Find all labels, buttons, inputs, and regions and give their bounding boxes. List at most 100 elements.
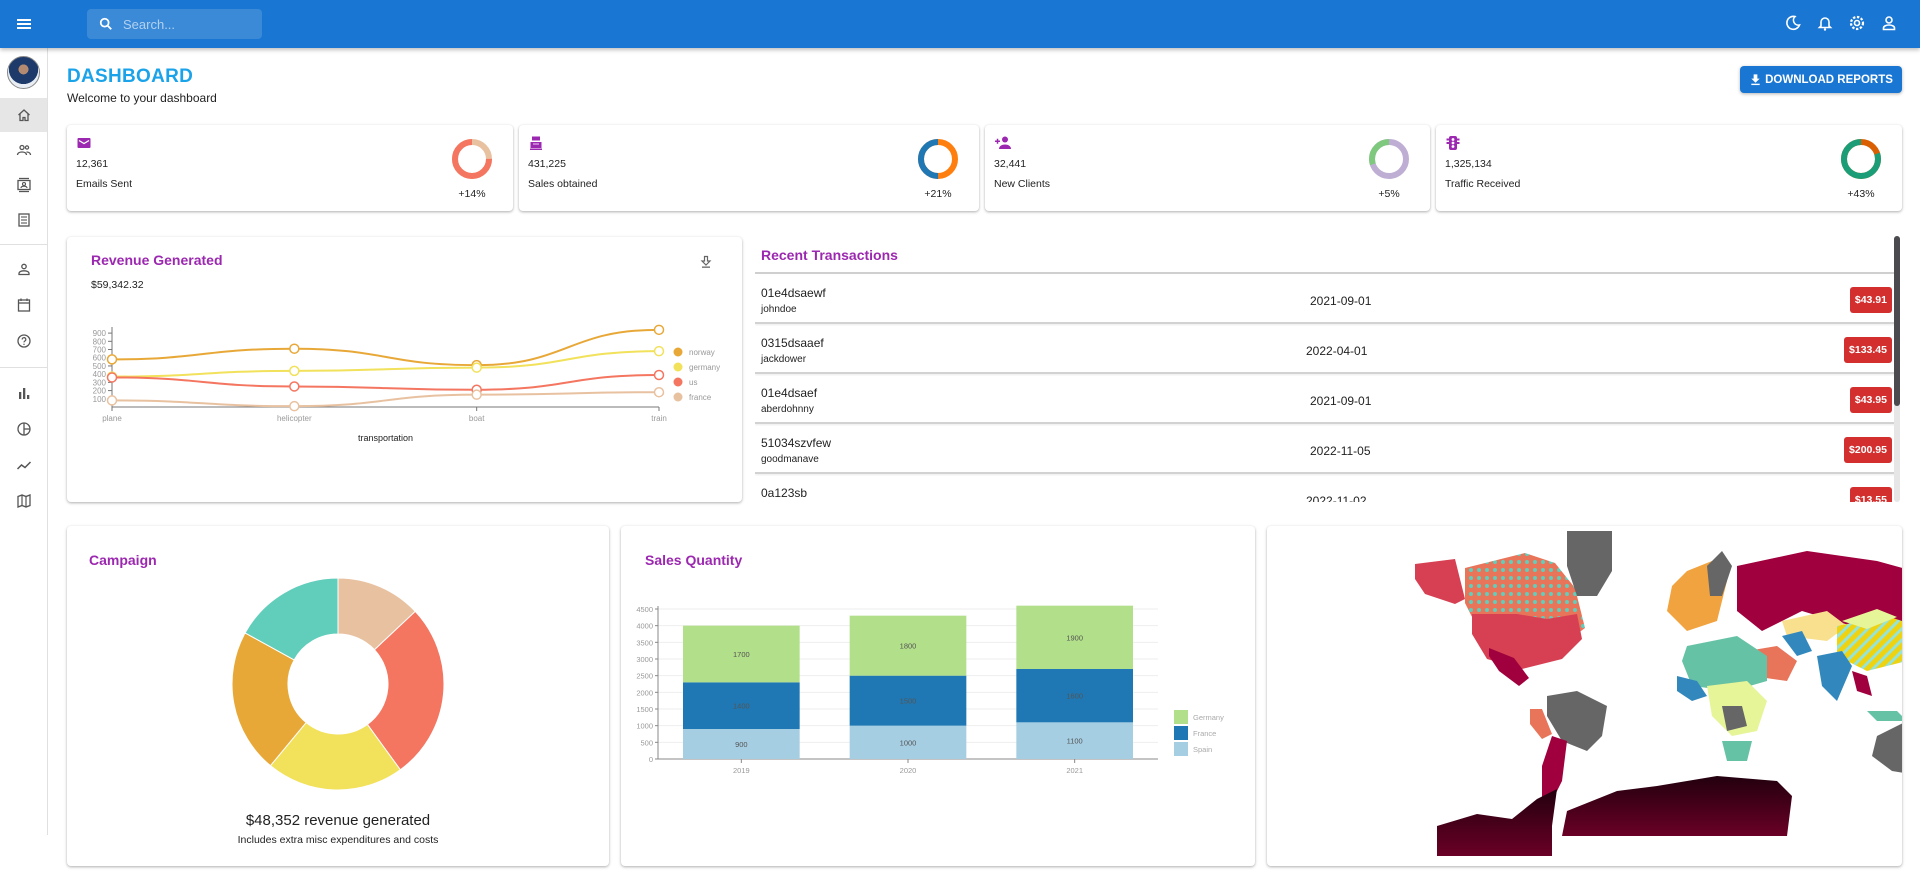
people-icon (16, 142, 32, 158)
sidebar-item-dashboard[interactable] (0, 98, 47, 132)
email-icon (76, 135, 92, 151)
bar-value-label: 1900 (1066, 633, 1083, 642)
transaction-row[interactable]: 01e4dsaef aberdohnny 2021-09-01 $43.95 (755, 376, 1898, 424)
x-tick-label: boat (469, 414, 485, 423)
transaction-row[interactable]: 0315dsaaef jackdower 2022-04-01 $133.45 (755, 326, 1898, 374)
sidebar-item-calendar[interactable] (0, 288, 47, 322)
settings-icon[interactable] (1848, 14, 1866, 32)
legend-label: France (1193, 729, 1216, 738)
transaction-id: 01e4dsaef (761, 386, 817, 400)
data-point-france (108, 396, 117, 405)
transaction-cost-badge[interactable]: $43.91 (1850, 287, 1892, 313)
sidebar-item-geography[interactable] (0, 484, 47, 518)
map-region-usa (1472, 614, 1582, 669)
data-point-us (290, 382, 299, 391)
sidebar-divider (0, 244, 48, 245)
pie-chart-icon (16, 421, 32, 437)
dark-mode-icon[interactable] (1784, 14, 1802, 32)
transaction-cost-badge[interactable]: $43.95 (1850, 387, 1892, 413)
search-box[interactable] (87, 9, 262, 39)
stat-label: New Clients (994, 178, 1050, 190)
bar-value-label: 900 (735, 740, 748, 749)
geography-card (1267, 526, 1902, 866)
transaction-row[interactable]: 01e4dsaewf johndoe 2021-09-01 $43.91 (755, 276, 1898, 324)
sidebar-item-contacts[interactable] (0, 168, 47, 202)
y-tick-label: 500 (640, 738, 653, 747)
map-region-indonesia (1867, 711, 1902, 721)
data-point-norway (655, 325, 664, 334)
transaction-row[interactable]: 51034szvfew goodmanave 2022-11-05 $200.9… (755, 426, 1898, 474)
menu-icon[interactable] (14, 14, 34, 34)
sidebar (0, 48, 48, 835)
map-region-south-africa (1722, 741, 1752, 761)
y-tick-label: 3500 (636, 638, 653, 647)
stat-card: 1,325,134 Traffic Received +43% (1436, 125, 1902, 211)
search-input[interactable] (123, 17, 253, 32)
transaction-id: 01e4dsaewf (761, 286, 826, 300)
sidebar-item-bar-chart[interactable] (0, 376, 47, 410)
sidebar-item-team[interactable] (0, 133, 47, 167)
sidebar-item-faq[interactable] (0, 324, 47, 358)
stat-card: 431,225 Sales obtained +21% (519, 125, 979, 211)
legend-swatch-germany (674, 363, 683, 372)
data-point-us (108, 373, 117, 382)
notifications-icon[interactable] (1816, 14, 1834, 32)
x-axis-label: transportation (358, 433, 413, 443)
transaction-user: johndoe (761, 304, 797, 315)
map-icon (16, 493, 32, 509)
legend-swatch-france (1174, 726, 1188, 740)
legend-swatch-spain (1174, 742, 1188, 756)
legend-label: Spain (1193, 745, 1212, 754)
profile-icon[interactable] (1880, 14, 1898, 32)
scrollbar-thumb[interactable] (1894, 236, 1900, 406)
map-region-alaska (1415, 559, 1465, 604)
data-point-france (290, 402, 299, 411)
legend-label: us (689, 378, 697, 387)
receipt-icon (16, 212, 32, 228)
y-tick-label: 400 (93, 370, 107, 379)
contacts-icon (16, 177, 32, 193)
bar-value-label: 1600 (1066, 692, 1083, 701)
campaign-card: Campaign $48,352 revenue generated Inclu… (67, 526, 609, 866)
legend-swatch-us (674, 378, 683, 387)
revenue-line-chart: 100200300400500600700800900planehelicopt… (67, 237, 742, 502)
y-tick-label: 100 (93, 395, 107, 404)
timeline-icon (16, 457, 32, 473)
transaction-date: 2021-09-01 (1310, 294, 1371, 308)
campaign-note: Includes extra misc expenditures and cos… (67, 834, 609, 846)
transaction-cost-badge[interactable]: $200.95 (1844, 437, 1892, 463)
stat-increase: +21% (913, 188, 963, 200)
top-bar (0, 0, 1920, 48)
stat-increase: +14% (447, 188, 497, 200)
sidebar-item-invoices[interactable] (0, 203, 47, 237)
download-reports-button[interactable]: DOWNLOAD REPORTS (1740, 66, 1902, 93)
transaction-row[interactable]: 0a123sb stevebower 2022-11-02 $13.55 (755, 476, 1898, 502)
x-tick-label: helicopter (277, 414, 312, 423)
bar-chart-icon (16, 385, 32, 401)
world-map[interactable] (1267, 526, 1902, 866)
avatar[interactable] (7, 56, 40, 89)
legend-swatch-france (674, 393, 683, 402)
stat-label: Traffic Received (1445, 178, 1520, 190)
revenue-card: Revenue Generated $59,342.32 10020030040… (67, 237, 742, 502)
transaction-user: goodmanave (761, 454, 819, 465)
sidebar-item-profile-form[interactable] (0, 252, 47, 286)
bar-value-label: 1700 (733, 650, 750, 659)
sidebar-item-line-chart[interactable] (0, 448, 47, 482)
sidebar-divider (0, 367, 48, 368)
data-point-us (655, 370, 664, 379)
stat-label: Sales obtained (528, 178, 597, 190)
legend-label: norway (689, 348, 715, 357)
transaction-cost-badge[interactable]: $13.55 (1850, 487, 1892, 502)
stat-card: 12,361 Emails Sent +14% (67, 125, 513, 211)
y-tick-label: 2500 (636, 672, 653, 681)
sales-bar-chart: 0500100015002000250030003500400045009001… (621, 526, 1255, 866)
stat-value: 32,441 (994, 158, 1026, 170)
transaction-user: aberdohnny (761, 404, 814, 415)
stat-value: 1,325,134 (1445, 158, 1492, 170)
transaction-date: 2022-11-05 (1310, 444, 1371, 458)
transaction-cost-badge[interactable]: $133.45 (1844, 337, 1892, 363)
person-icon (16, 261, 32, 277)
x-tick-label: 2021 (1066, 766, 1083, 775)
sidebar-item-pie-chart[interactable] (0, 412, 47, 446)
